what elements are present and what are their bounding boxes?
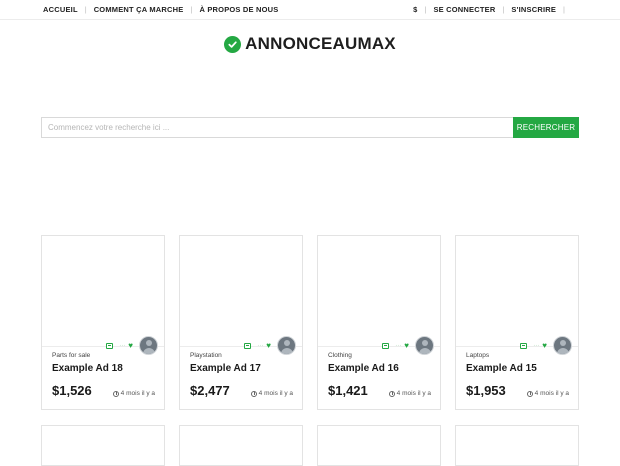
- ad-meta-icons: ··· ♥: [106, 336, 158, 355]
- top-navigation-bar: ACCUEIL | COMMENT ÇA MARCHE | À PROPOS D…: [0, 0, 620, 20]
- ad-posted-time: 4 mois il y a: [250, 390, 293, 397]
- photo-icon: [244, 342, 252, 349]
- currency-selector[interactable]: $: [413, 5, 417, 14]
- seller-avatar[interactable]: [277, 336, 296, 355]
- search-bar: RECHERCHER: [41, 117, 579, 138]
- seller-avatar[interactable]: [139, 336, 158, 355]
- ad-posted-label: 4 mois il y a: [534, 390, 569, 397]
- ad-card[interactable]: [179, 425, 303, 466]
- search-input[interactable]: [41, 117, 513, 138]
- ad-posted-time: 4 mois il y a: [526, 390, 569, 397]
- site-logo[interactable]: ANNONCEAUMAX: [0, 34, 620, 54]
- ad-meta-icons: ··· ♥: [244, 336, 296, 355]
- clock-icon: [250, 390, 257, 397]
- favorite-heart-icon[interactable]: ♥: [404, 341, 409, 350]
- nav-separator: |: [563, 5, 565, 14]
- ad-title[interactable]: Example Ad 17: [190, 363, 261, 374]
- login-link[interactable]: SE CONNECTER: [433, 5, 495, 14]
- ad-posted-time: 4 mois il y a: [112, 390, 155, 397]
- search-button[interactable]: RECHERCHER: [513, 117, 579, 138]
- dots-separator: ···: [119, 342, 126, 349]
- ad-card[interactable]: ··· ♥ Clothing Example Ad 16 $1,421 4 mo…: [317, 235, 441, 410]
- ad-card[interactable]: ··· ♥ Parts for sale Example Ad 18 $1,52…: [41, 235, 165, 410]
- nav-separator: |: [190, 5, 193, 14]
- nav-separator: |: [424, 5, 427, 14]
- ad-thumbnail[interactable]: [456, 236, 578, 346]
- ad-title[interactable]: Example Ad 15: [466, 363, 537, 374]
- ad-posted-label: 4 mois il y a: [258, 390, 293, 397]
- ad-category: Playstation: [190, 352, 222, 359]
- clock-icon: [112, 390, 119, 397]
- dots-separator: ···: [257, 342, 264, 349]
- seller-avatar[interactable]: [553, 336, 572, 355]
- ad-card[interactable]: ··· ♥ Laptops Example Ad 15 $1,953 4 moi…: [455, 235, 579, 410]
- ad-title[interactable]: Example Ad 16: [328, 363, 399, 374]
- favorite-heart-icon[interactable]: ♥: [542, 341, 547, 350]
- dots-separator: ···: [395, 342, 402, 349]
- ad-posted-label: 4 mois il y a: [120, 390, 155, 397]
- ad-thumbnail[interactable]: [42, 236, 164, 346]
- clock-icon: [526, 390, 533, 397]
- ad-price: $2,477: [190, 383, 230, 398]
- ad-price: $1,526: [52, 383, 92, 398]
- ad-thumbnail[interactable]: [180, 236, 302, 346]
- nav-how-it-works-link[interactable]: COMMENT ÇA MARCHE: [94, 5, 184, 14]
- ad-card[interactable]: [317, 425, 441, 466]
- photo-icon: [106, 342, 114, 349]
- ad-price: $1,953: [466, 383, 506, 398]
- ad-category: Clothing: [328, 352, 352, 359]
- check-badge-icon: [224, 35, 242, 53]
- photo-icon: [382, 342, 390, 349]
- nav-separator: |: [502, 5, 505, 14]
- seller-avatar[interactable]: [415, 336, 434, 355]
- ad-price: $1,421: [328, 383, 368, 398]
- nav-home-link[interactable]: ACCUEIL: [43, 5, 78, 14]
- ad-card[interactable]: [455, 425, 579, 466]
- ad-category: Parts for sale: [52, 352, 91, 359]
- ad-category: Laptops: [466, 352, 490, 359]
- photo-icon: [520, 342, 528, 349]
- logo-text: ANNONCEAUMAX: [245, 34, 396, 53]
- ad-title[interactable]: Example Ad 18: [52, 363, 123, 374]
- nav-separator: |: [84, 5, 87, 14]
- nav-about-link[interactable]: À PROPOS DE NOUS: [199, 5, 278, 14]
- register-link[interactable]: S'INSCRIRE: [511, 5, 556, 14]
- ad-posted-time: 4 mois il y a: [388, 390, 431, 397]
- ad-card[interactable]: [41, 425, 165, 466]
- ad-card[interactable]: ··· ♥ Playstation Example Ad 17 $2,477 4…: [179, 235, 303, 410]
- account-nav: $ | SE CONNECTER | S'INSCRIRE |: [413, 5, 572, 14]
- ad-meta-icons: ··· ♥: [520, 336, 572, 355]
- favorite-heart-icon[interactable]: ♥: [266, 341, 271, 350]
- primary-nav: ACCUEIL | COMMENT ÇA MARCHE | À PROPOS D…: [43, 5, 278, 14]
- clock-icon: [388, 390, 395, 397]
- ad-meta-icons: ··· ♥: [382, 336, 434, 355]
- dots-separator: ···: [533, 342, 540, 349]
- favorite-heart-icon[interactable]: ♥: [128, 341, 133, 350]
- ad-posted-label: 4 mois il y a: [396, 390, 431, 397]
- ad-thumbnail[interactable]: [318, 236, 440, 346]
